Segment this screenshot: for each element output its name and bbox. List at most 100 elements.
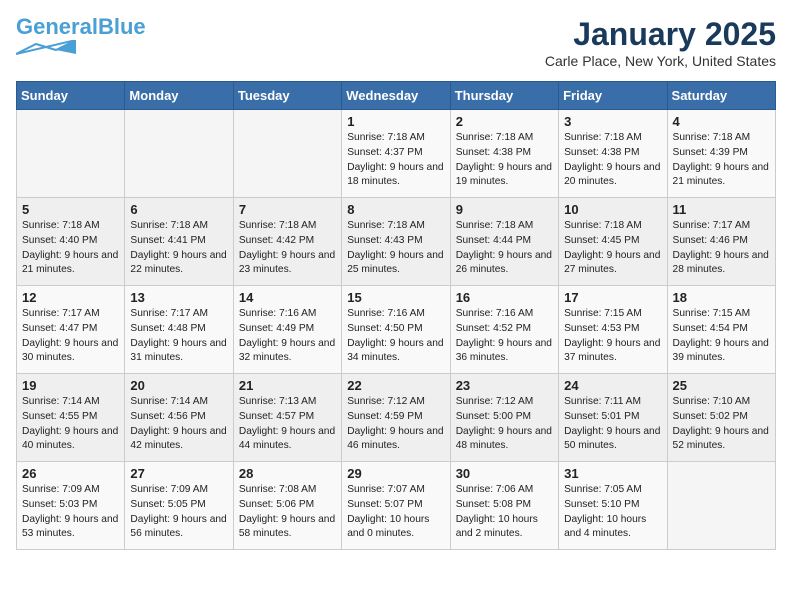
- day-info: Sunrise: 7:14 AM Sunset: 4:55 PM Dayligh…: [22, 395, 119, 454]
- day-info: Sunrise: 7:18 AM Sunset: 4:39 PM Dayligh…: [673, 131, 770, 190]
- month-title: January 2025: [545, 16, 776, 53]
- calendar-cell: 10 Sunrise: 7:18 AM Sunset: 4:45 PM Dayli…: [559, 198, 667, 286]
- day-number: 29: [347, 466, 444, 481]
- calendar-cell: [667, 462, 775, 550]
- day-info: Sunrise: 7:05 AM Sunset: 5:10 PM Dayligh…: [564, 483, 661, 542]
- day-info: Sunrise: 7:16 AM Sunset: 4:49 PM Dayligh…: [239, 307, 336, 366]
- calendar-cell: 25 Sunrise: 7:10 AM Sunset: 5:02 PM Dayli…: [667, 374, 775, 462]
- calendar-cell: 30Sunrise: 7:06 AM Sunset: 5:08 PM Dayli…: [450, 462, 558, 550]
- calendar-cell: 14 Sunrise: 7:16 AM Sunset: 4:49 PM Dayli…: [233, 286, 341, 374]
- day-number: 12: [22, 290, 119, 305]
- calendar-cell: 9Sunrise: 7:18 AM Sunset: 4:44 PM Daylig…: [450, 198, 558, 286]
- calendar-cell: 21Sunrise: 7:13 AM Sunset: 4:57 PM Dayli…: [233, 374, 341, 462]
- day-number: 31: [564, 466, 661, 481]
- day-info: Sunrise: 7:10 AM Sunset: 5:02 PM Dayligh…: [673, 395, 770, 454]
- calendar-cell: 23 Sunrise: 7:12 AM Sunset: 5:00 PM Dayli…: [450, 374, 558, 462]
- weekday-header: Friday: [559, 82, 667, 110]
- day-number: 13: [130, 290, 227, 305]
- day-number: 26: [22, 466, 119, 481]
- day-number: 1: [347, 114, 444, 129]
- day-info: Sunrise: 7:18 AM Sunset: 4:41 PM Dayligh…: [130, 219, 227, 278]
- calendar-cell: 7 Sunrise: 7:18 AM Sunset: 4:42 PM Daylig…: [233, 198, 341, 286]
- calendar-week-row: 5 Sunrise: 7:18 AM Sunset: 4:40 PM Daylig…: [17, 198, 776, 286]
- day-info: Sunrise: 7:08 AM Sunset: 5:06 PM Dayligh…: [239, 483, 336, 542]
- calendar-cell: [233, 110, 341, 198]
- weekday-header: Sunday: [17, 82, 125, 110]
- day-number: 7: [239, 202, 336, 217]
- day-info: Sunrise: 7:12 AM Sunset: 5:00 PM Dayligh…: [456, 395, 553, 454]
- day-info: Sunrise: 7:07 AM Sunset: 5:07 PM Dayligh…: [347, 483, 444, 542]
- day-number: 22: [347, 378, 444, 393]
- day-info: Sunrise: 7:17 AM Sunset: 4:47 PM Dayligh…: [22, 307, 119, 366]
- day-number: 20: [130, 378, 227, 393]
- calendar-cell: 11Sunrise: 7:17 AM Sunset: 4:46 PM Dayli…: [667, 198, 775, 286]
- day-number: 4: [673, 114, 770, 129]
- day-info: Sunrise: 7:18 AM Sunset: 4:45 PM Dayligh…: [564, 219, 661, 278]
- calendar-cell: 12 Sunrise: 7:17 AM Sunset: 4:47 PM Dayli…: [17, 286, 125, 374]
- day-info: Sunrise: 7:15 AM Sunset: 4:54 PM Dayligh…: [673, 307, 770, 366]
- day-number: 16: [456, 290, 553, 305]
- day-number: 25: [673, 378, 770, 393]
- calendar-cell: 13 Sunrise: 7:17 AM Sunset: 4:48 PM Dayli…: [125, 286, 233, 374]
- day-info: Sunrise: 7:16 AM Sunset: 4:52 PM Dayligh…: [456, 307, 553, 366]
- day-info: Sunrise: 7:18 AM Sunset: 4:37 PM Dayligh…: [347, 131, 444, 190]
- weekday-header: Thursday: [450, 82, 558, 110]
- day-number: 17: [564, 290, 661, 305]
- title-block: January 2025 Carle Place, New York, Unit…: [545, 16, 776, 69]
- calendar-cell: 17 Sunrise: 7:15 AM Sunset: 4:53 PM Dayli…: [559, 286, 667, 374]
- day-number: 6: [130, 202, 227, 217]
- calendar-cell: 29 Sunrise: 7:07 AM Sunset: 5:07 PM Dayli…: [342, 462, 450, 550]
- day-info: Sunrise: 7:18 AM Sunset: 4:38 PM Dayligh…: [564, 131, 661, 190]
- day-info: Sunrise: 7:18 AM Sunset: 4:38 PM Dayligh…: [456, 131, 553, 190]
- day-info: Sunrise: 7:12 AM Sunset: 4:59 PM Dayligh…: [347, 395, 444, 454]
- day-number: 11: [673, 202, 770, 217]
- calendar-cell: 27Sunrise: 7:09 AM Sunset: 5:05 PM Dayli…: [125, 462, 233, 550]
- calendar-cell: 22 Sunrise: 7:12 AM Sunset: 4:59 PM Dayli…: [342, 374, 450, 462]
- day-number: 21: [239, 378, 336, 393]
- calendar-cell: 19Sunrise: 7:14 AM Sunset: 4:55 PM Dayli…: [17, 374, 125, 462]
- day-number: 14: [239, 290, 336, 305]
- calendar-cell: 15Sunrise: 7:16 AM Sunset: 4:50 PM Dayli…: [342, 286, 450, 374]
- day-number: 30: [456, 466, 553, 481]
- day-info: Sunrise: 7:18 AM Sunset: 4:40 PM Dayligh…: [22, 219, 119, 278]
- calendar-cell: 26 Sunrise: 7:09 AM Sunset: 5:03 PM Dayli…: [17, 462, 125, 550]
- day-number: 28: [239, 466, 336, 481]
- logo-part1: General: [16, 14, 98, 39]
- calendar-cell: 16 Sunrise: 7:16 AM Sunset: 4:52 PM Dayli…: [450, 286, 558, 374]
- calendar-cell: 31 Sunrise: 7:05 AM Sunset: 5:10 PM Dayli…: [559, 462, 667, 550]
- calendar-cell: 24 Sunrise: 7:11 AM Sunset: 5:01 PM Dayli…: [559, 374, 667, 462]
- day-number: 5: [22, 202, 119, 217]
- day-info: Sunrise: 7:09 AM Sunset: 5:03 PM Dayligh…: [22, 483, 119, 542]
- day-number: 8: [347, 202, 444, 217]
- location: Carle Place, New York, United States: [545, 53, 776, 69]
- calendar-cell: [125, 110, 233, 198]
- day-number: 23: [456, 378, 553, 393]
- logo-part2: Blue: [98, 14, 146, 39]
- day-info: Sunrise: 7:15 AM Sunset: 4:53 PM Dayligh…: [564, 307, 661, 366]
- calendar-cell: 3 Sunrise: 7:18 AM Sunset: 4:38 PM Daylig…: [559, 110, 667, 198]
- weekday-header: Monday: [125, 82, 233, 110]
- day-info: Sunrise: 7:18 AM Sunset: 4:43 PM Dayligh…: [347, 219, 444, 278]
- day-info: Sunrise: 7:11 AM Sunset: 5:01 PM Dayligh…: [564, 395, 661, 454]
- weekday-header: Wednesday: [342, 82, 450, 110]
- day-number: 15: [347, 290, 444, 305]
- calendar-cell: 6 Sunrise: 7:18 AM Sunset: 4:41 PM Daylig…: [125, 198, 233, 286]
- calendar-cell: 4 Sunrise: 7:18 AM Sunset: 4:39 PM Daylig…: [667, 110, 775, 198]
- day-number: 3: [564, 114, 661, 129]
- weekday-header-row: SundayMondayTuesdayWednesdayThursdayFrid…: [17, 82, 776, 110]
- day-number: 10: [564, 202, 661, 217]
- day-info: Sunrise: 7:18 AM Sunset: 4:42 PM Dayligh…: [239, 219, 336, 278]
- weekday-header: Tuesday: [233, 82, 341, 110]
- calendar-cell: 28 Sunrise: 7:08 AM Sunset: 5:06 PM Dayli…: [233, 462, 341, 550]
- day-number: 9: [456, 202, 553, 217]
- day-number: 24: [564, 378, 661, 393]
- logo-text: GeneralBlue: [16, 16, 146, 38]
- calendar-cell: 8 Sunrise: 7:18 AM Sunset: 4:43 PM Daylig…: [342, 198, 450, 286]
- day-number: 18: [673, 290, 770, 305]
- calendar-table: SundayMondayTuesdayWednesdayThursdayFrid…: [16, 81, 776, 550]
- logo: GeneralBlue: [16, 16, 146, 44]
- page-header: GeneralBlue January 2025 Carle Place, Ne…: [16, 16, 776, 69]
- calendar-week-row: 1 Sunrise: 7:18 AM Sunset: 4:37 PM Daylig…: [17, 110, 776, 198]
- day-info: Sunrise: 7:17 AM Sunset: 4:48 PM Dayligh…: [130, 307, 227, 366]
- weekday-header: Saturday: [667, 82, 775, 110]
